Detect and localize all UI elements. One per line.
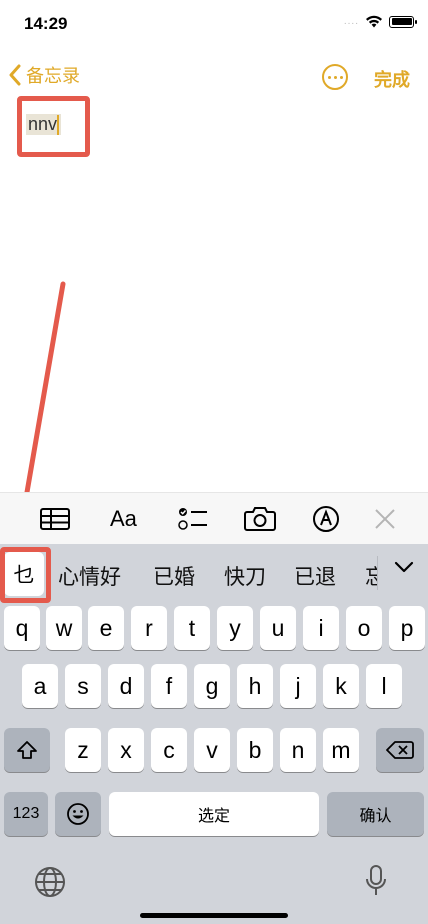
key-a[interactable]: a <box>22 664 58 708</box>
return-key[interactable]: 确认 <box>327 792 424 836</box>
numbers-key[interactable]: 123 <box>4 792 48 836</box>
status-bar: 14:29 .... <box>0 0 428 50</box>
note-body[interactable] <box>0 100 428 490</box>
key-v[interactable]: v <box>194 728 230 772</box>
emoji-icon <box>67 803 89 825</box>
key-n[interactable]: n <box>280 728 316 772</box>
dictation-key[interactable] <box>364 864 388 903</box>
more-icon-dot <box>327 75 331 79</box>
chevron-down-icon[interactable] <box>394 560 414 574</box>
table-icon[interactable] <box>40 505 70 533</box>
key-y[interactable]: y <box>217 606 253 650</box>
key-p[interactable]: p <box>389 606 425 650</box>
status-icons: .... <box>343 15 417 28</box>
candidate-item[interactable]: 心情好 <box>58 561 121 591</box>
key-c[interactable]: c <box>151 728 187 772</box>
key-g[interactable]: g <box>194 664 230 708</box>
microphone-icon <box>366 865 386 895</box>
back-label: 备忘录 <box>26 66 80 86</box>
keyboard: 乜 心情好 已婚 快刀 已退 忘 q w e r t y u i o p a s… <box>0 544 428 924</box>
home-indicator <box>140 913 288 918</box>
key-t[interactable]: t <box>174 606 210 650</box>
more-options-button[interactable] <box>322 64 348 90</box>
chevron-left-icon <box>9 64 21 86</box>
key-h[interactable]: h <box>237 664 273 708</box>
key-l[interactable]: l <box>366 664 402 708</box>
back-button[interactable]: 备忘录 <box>8 62 80 88</box>
candidate-highlight-box <box>0 547 51 603</box>
candidate-bar: 乜 心情好 已婚 快刀 已退 忘 <box>0 544 428 603</box>
nav-bar: 备忘录 完成 <box>0 58 428 98</box>
key-s[interactable]: s <box>65 664 101 708</box>
wifi-icon <box>366 15 382 28</box>
camera-icon[interactable] <box>244 505 276 533</box>
key-r[interactable]: r <box>131 606 167 650</box>
key-i[interactable]: i <box>303 606 339 650</box>
globe-key[interactable] <box>34 866 66 903</box>
key-u[interactable]: u <box>260 606 296 650</box>
delete-key[interactable] <box>376 728 424 772</box>
key-w[interactable]: w <box>46 606 82 650</box>
done-button[interactable]: 完成 <box>374 66 410 92</box>
format-toolbar: Aa <box>0 492 428 544</box>
more-icon-dot <box>339 75 343 79</box>
candidate-item[interactable]: 已婚 <box>153 561 195 591</box>
key-b[interactable]: b <box>237 728 273 772</box>
status-time: 14:29 <box>24 14 68 33</box>
close-icon[interactable] <box>374 505 396 533</box>
key-m[interactable]: m <box>323 728 359 772</box>
space-key[interactable]: 选定 <box>109 792 319 836</box>
key-j[interactable]: j <box>280 664 316 708</box>
candidate-item[interactable]: 快刀 <box>224 561 266 591</box>
text-format-button[interactable]: Aa <box>110 505 137 533</box>
key-e[interactable]: e <box>88 606 124 650</box>
key-z[interactable]: z <box>65 728 101 772</box>
key-f[interactable]: f <box>151 664 187 708</box>
checklist-icon[interactable] <box>178 505 208 533</box>
markup-pen-icon[interactable] <box>312 505 340 533</box>
key-q[interactable]: q <box>4 606 40 650</box>
battery-icon <box>389 15 417 28</box>
candidate-item[interactable]: 已退 <box>294 561 336 591</box>
emoji-key[interactable] <box>55 792 101 836</box>
key-k[interactable]: k <box>323 664 359 708</box>
candidate-divider <box>377 556 378 590</box>
key-d[interactable]: d <box>108 664 144 708</box>
cellular-signal-icon: .... <box>343 16 359 27</box>
key-o[interactable]: o <box>346 606 382 650</box>
key-x[interactable]: x <box>108 728 144 772</box>
globe-icon <box>35 867 65 897</box>
backspace-icon <box>386 741 414 759</box>
note-text-highlight-box <box>17 96 90 157</box>
more-icon-dot <box>333 75 337 79</box>
shift-key[interactable] <box>4 728 50 772</box>
shift-icon <box>17 741 37 759</box>
